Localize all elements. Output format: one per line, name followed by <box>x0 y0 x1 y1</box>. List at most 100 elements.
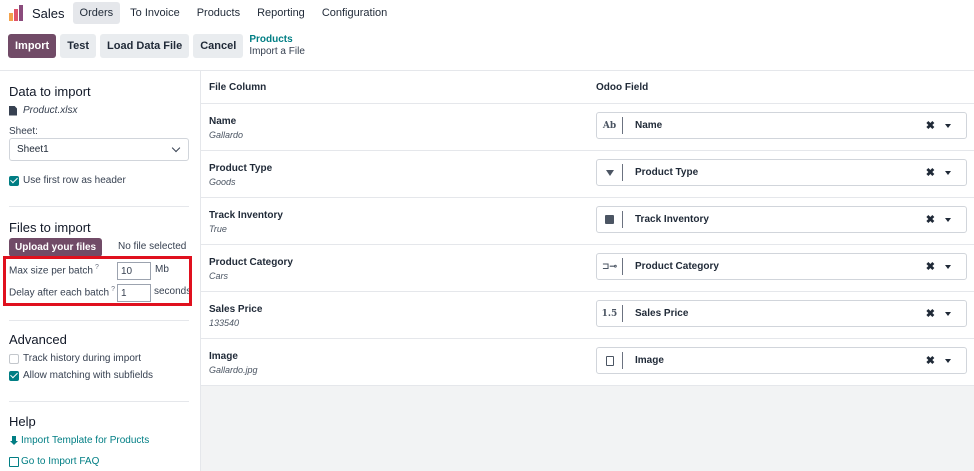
odoo-field-select[interactable]: 1.5 Sales Price ✖ <box>596 300 967 327</box>
column-sample: Goods <box>209 177 236 187</box>
test-button[interactable]: Test <box>60 34 97 58</box>
odoo-field-select[interactable]: Product Type ✖ <box>596 159 967 186</box>
odoo-field-select[interactable]: Ab Name ✖ <box>596 112 967 139</box>
column-name: Name <box>209 116 237 127</box>
field-name: Product Type <box>635 167 699 178</box>
top-navbar: Sales Orders To Invoice Products Reporti… <box>0 0 974 26</box>
column-name: Sales Price <box>209 304 263 315</box>
menu-products[interactable]: Products <box>190 2 247 24</box>
caret-down-icon[interactable] <box>945 359 951 363</box>
field-name: Product Category <box>635 261 719 272</box>
menu-reporting[interactable]: Reporting <box>250 2 312 24</box>
load-data-file-button[interactable]: Load Data File <box>100 34 190 58</box>
mapping-area: File Column Odoo Field Name Gallardo Ab … <box>201 70 974 471</box>
table-row: Name Gallardo Ab Name ✖ <box>201 104 974 151</box>
max-size-unit: Mb <box>155 264 169 275</box>
text-icon: Ab <box>597 117 623 134</box>
caret-down-icon[interactable] <box>945 218 951 222</box>
import-template-link[interactable]: Import Template for Products <box>9 435 149 446</box>
table-row: Image Gallardo.jpg Image ✖ <box>201 339 974 386</box>
divider <box>9 401 189 402</box>
allow-matching-label: Allow matching with subfields <box>23 370 154 381</box>
odoo-field-select[interactable]: Image ✖ <box>596 347 967 374</box>
data-to-import-title: Data to import <box>9 84 91 99</box>
control-panel: Import Test Load Data File Cancel Produc… <box>0 33 974 59</box>
breadcrumb: Products Import a File <box>249 34 305 58</box>
divider <box>9 206 189 207</box>
track-history-checkbox[interactable] <box>9 353 19 364</box>
menu-orders[interactable]: Orders <box>72 2 121 24</box>
divider <box>9 320 189 321</box>
document-icon <box>597 352 623 369</box>
caret-down-icon[interactable] <box>945 265 951 269</box>
column-sample: Cars <box>209 271 229 281</box>
clear-icon[interactable]: ✖ <box>926 213 935 226</box>
odoo-field-select[interactable]: ⊐⊸ Product Category ✖ <box>596 253 967 280</box>
column-sample: Gallardo.jpg <box>209 365 258 375</box>
sheet-value: Sheet1 <box>17 144 49 155</box>
table-row: Product Category Cars ⊐⊸ Product Categor… <box>201 245 974 292</box>
checkbox-icon <box>597 211 623 228</box>
table-row: Sales Price 133540 1.5 Sales Price ✖ <box>201 292 974 339</box>
upload-files-button[interactable]: Upload your files <box>9 238 103 257</box>
help-tooltip-icon[interactable]: ? <box>95 264 99 271</box>
import-options-sidebar: Data to import Product.xlsx Sheet: Sheet… <box>0 70 201 471</box>
track-history-row[interactable]: Track history during import <box>9 353 141 364</box>
help-tooltip-icon[interactable]: ? <box>111 286 115 293</box>
menu-configuration[interactable]: Configuration <box>315 2 394 24</box>
column-name: Product Type <box>209 163 273 174</box>
column-sample: Gallardo <box>209 130 244 140</box>
no-file-status: No file selected <box>118 241 187 252</box>
field-name: Image <box>635 355 664 366</box>
sheet-label: Sheet: <box>9 126 38 137</box>
clear-icon[interactable]: ✖ <box>926 354 935 367</box>
column-sample: True <box>209 224 227 234</box>
app-name[interactable]: Sales <box>32 6 65 21</box>
cancel-button[interactable]: Cancel <box>193 34 244 58</box>
column-name: Image <box>209 351 238 362</box>
help-title: Help <box>9 414 36 429</box>
clear-icon[interactable]: ✖ <box>926 307 935 320</box>
use-header-label: Use first row as header <box>23 175 126 186</box>
allow-matching-row[interactable]: Allow matching with subfields <box>9 370 153 381</box>
breadcrumb-products[interactable]: Products <box>249 34 305 46</box>
sheet-select[interactable]: Sheet1 <box>9 138 189 161</box>
column-sample: 133540 <box>209 318 240 328</box>
odoo-field-select[interactable]: Track Inventory ✖ <box>596 206 967 233</box>
column-name: Track Inventory <box>209 210 283 221</box>
import-button[interactable]: Import <box>8 34 57 58</box>
table-row: Track Inventory True Track Inventory ✖ <box>201 198 974 245</box>
sales-app-icon[interactable] <box>9 5 27 21</box>
float-icon: 1.5 <box>597 305 623 322</box>
clear-icon[interactable]: ✖ <box>926 119 935 132</box>
table-header: File Column Odoo Field <box>201 71 974 104</box>
max-size-label: Max size per batch? <box>9 264 99 277</box>
delay-label: Delay after each batch? <box>9 286 115 299</box>
caret-down-icon[interactable] <box>945 171 951 175</box>
max-size-input[interactable]: 10 <box>117 262 151 280</box>
track-history-label: Track history during import <box>23 353 141 364</box>
caret-down-icon[interactable] <box>945 124 951 128</box>
external-link-icon <box>9 456 19 467</box>
files-to-import-title: Files to import <box>9 220 91 235</box>
use-header-checkbox-row[interactable]: Use first row as header <box>9 175 126 186</box>
advanced-title: Advanced <box>9 332 67 347</box>
breadcrumb-current: Import a File <box>249 46 305 57</box>
clear-icon[interactable]: ✖ <box>926 166 935 179</box>
file-name: Product.xlsx <box>23 105 78 116</box>
allow-matching-checkbox[interactable] <box>9 370 19 381</box>
clear-icon[interactable]: ✖ <box>926 260 935 273</box>
caret-down-icon[interactable] <box>945 312 951 316</box>
table-row: Product Type Goods Product Type ✖ <box>201 151 974 198</box>
file-name-row: Product.xlsx <box>9 105 77 116</box>
field-name: Track Inventory <box>635 214 709 225</box>
import-faq-link[interactable]: Go to Import FAQ <box>9 456 99 467</box>
file-column-header: File Column <box>209 82 267 93</box>
use-header-checkbox[interactable] <box>9 175 19 186</box>
delay-input[interactable]: 1 <box>117 284 151 302</box>
field-name: Sales Price <box>635 308 689 319</box>
selection-icon <box>597 164 623 181</box>
menu-to-invoice[interactable]: To Invoice <box>123 2 187 24</box>
relation-icon: ⊐⊸ <box>597 258 623 275</box>
delay-unit: seconds <box>154 286 192 297</box>
